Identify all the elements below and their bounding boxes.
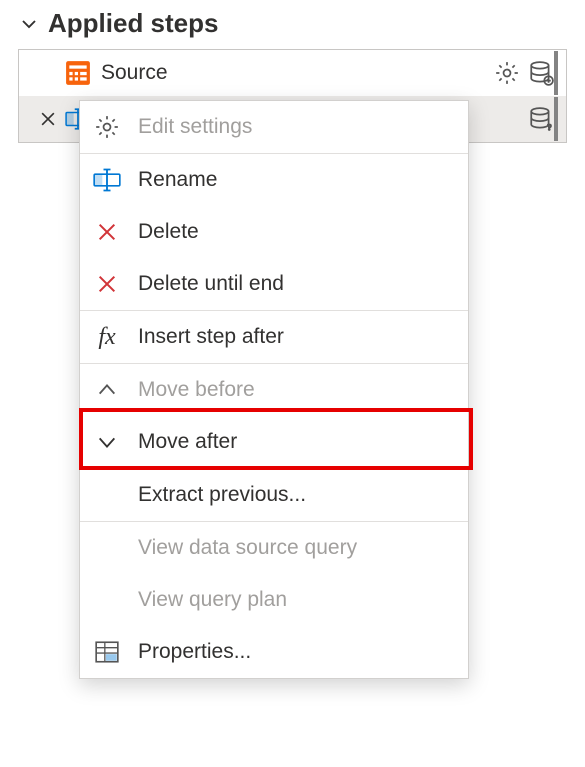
menu-label: Edit settings — [138, 115, 252, 139]
menu-label: Delete — [138, 220, 199, 244]
close-icon — [92, 217, 122, 247]
chevron-up-icon — [92, 375, 122, 405]
menu-view-data-source-query: View data source query — [80, 522, 468, 574]
menu-label: Insert step after — [138, 325, 284, 349]
menu-label: View data source query — [138, 536, 357, 560]
source-icon — [65, 60, 91, 86]
menu-edit-settings: Edit settings — [80, 101, 468, 153]
chevron-down-icon — [20, 15, 38, 33]
step-label: Source — [101, 61, 494, 85]
menu-insert-step-after[interactable]: fx Insert step after — [80, 311, 468, 363]
gear-icon — [92, 112, 122, 142]
remove-step-icon[interactable] — [38, 109, 58, 129]
menu-move-after[interactable]: Move after — [80, 416, 468, 468]
svg-text:?: ? — [548, 122, 552, 132]
menu-move-before: Move before — [80, 364, 468, 416]
close-icon — [92, 269, 122, 299]
chevron-down-icon — [92, 427, 122, 457]
applied-steps-header[interactable]: Applied steps — [0, 0, 585, 49]
gear-icon[interactable] — [494, 60, 520, 86]
menu-label: View query plan — [138, 588, 287, 612]
menu-properties[interactable]: Properties... — [80, 626, 468, 678]
menu-label: Delete until end — [138, 272, 284, 296]
menu-label: Extract previous... — [138, 483, 306, 507]
menu-label: Rename — [138, 168, 217, 192]
menu-label: Properties... — [138, 640, 251, 664]
database-icon[interactable] — [528, 60, 554, 86]
properties-icon — [92, 637, 122, 667]
panel-title: Applied steps — [48, 8, 218, 39]
rename-icon — [92, 165, 122, 195]
menu-extract-previous[interactable]: Extract previous... — [80, 469, 468, 521]
step-row-source[interactable]: Source — [19, 50, 566, 96]
applied-steps-panel: Source — [18, 49, 567, 143]
step-context-menu: Edit settings Rename Delete Delete u — [79, 100, 469, 679]
menu-label: Move before — [138, 378, 255, 402]
menu-rename[interactable]: Rename — [80, 154, 468, 206]
menu-delete-until-end[interactable]: Delete until end — [80, 258, 468, 310]
fx-icon: fx — [92, 322, 122, 352]
menu-delete[interactable]: Delete — [80, 206, 468, 258]
database-query-icon[interactable]: ? — [528, 106, 554, 132]
menu-view-query-plan: View query plan — [80, 574, 468, 626]
menu-label: Move after — [138, 430, 237, 454]
